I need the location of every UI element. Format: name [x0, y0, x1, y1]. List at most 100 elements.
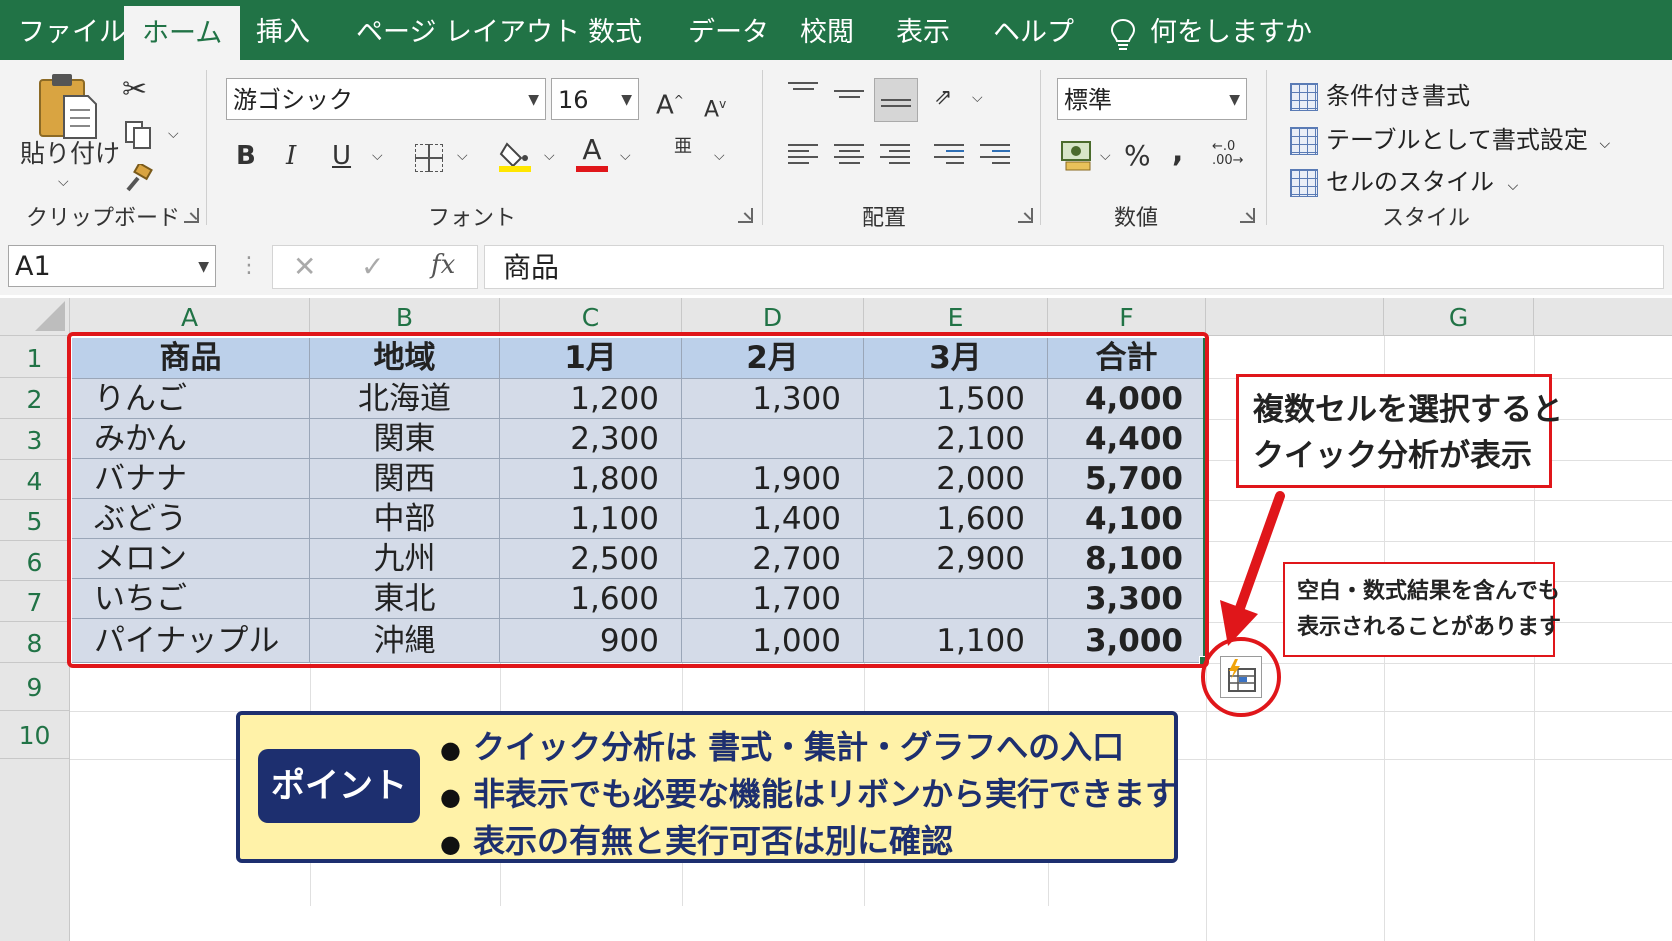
insert-function-icon[interactable]: fx — [431, 250, 455, 280]
enter-icon[interactable]: ✓ — [361, 250, 384, 283]
row-header-4[interactable]: 4 — [0, 460, 70, 500]
borders-dropdown-icon[interactable]: ⌵ — [457, 148, 468, 164]
tab-insert[interactable]: 挿入 — [256, 0, 310, 60]
accounting-format-icon[interactable] — [1060, 140, 1096, 172]
row-header-8[interactable]: 8 — [0, 622, 70, 663]
decimal-places-icon[interactable]: ←.0.00→ — [1212, 140, 1244, 168]
format-painter-icon[interactable] — [124, 164, 154, 194]
alignment-launcher-icon[interactable] — [1018, 208, 1033, 223]
tab-data[interactable]: データ — [688, 0, 769, 60]
accounting-dropdown-icon[interactable]: ⌵ — [1100, 148, 1111, 164]
align-bottom-button[interactable] — [874, 78, 918, 122]
format-as-table-icon — [1290, 127, 1318, 155]
bold-icon[interactable]: B — [236, 138, 256, 174]
clipboard-group-label: クリップボード — [26, 206, 181, 231]
phonetic-dropdown-icon[interactable]: ⌵ — [714, 148, 725, 164]
comma-style-icon[interactable]: , — [1172, 134, 1183, 170]
tab-formulas[interactable]: 数式 — [588, 0, 642, 60]
number-format-select[interactable]: 標準 ▼ — [1057, 78, 1247, 120]
column-header-e[interactable]: E — [864, 298, 1048, 336]
align-left-icon[interactable] — [788, 140, 818, 164]
formula-input[interactable]: 商品 — [484, 245, 1664, 289]
row-header-6[interactable]: 6 — [0, 541, 70, 581]
paste-dropdown-icon[interactable]: ⌵ — [58, 174, 69, 190]
cancel-icon[interactable]: ✕ — [293, 250, 316, 283]
align-right-icon[interactable] — [880, 140, 910, 164]
column-header-d[interactable]: D — [682, 298, 864, 336]
number-group-label: 数値 — [1114, 206, 1159, 231]
cut-icon[interactable]: ✂ — [122, 72, 147, 108]
paste-icon[interactable] — [36, 70, 100, 142]
cell-styles-icon — [1290, 169, 1318, 197]
quick-analysis-button[interactable] — [1220, 656, 1262, 698]
clipboard-launcher-icon[interactable] — [184, 208, 199, 223]
column-header-a[interactable]: A — [70, 298, 310, 336]
column-header-blank[interactable] — [1206, 298, 1384, 336]
font-color-icon[interactable]: A — [576, 136, 608, 172]
orientation-dropdown-icon[interactable]: ⌵ — [972, 90, 983, 106]
chevron-down-icon: ⌵ — [1507, 178, 1519, 194]
styles-group-label: スタイル — [1382, 206, 1471, 231]
tab-file[interactable]: ファイル — [18, 0, 126, 60]
number-launcher-icon[interactable] — [1240, 208, 1255, 223]
ribbon-tab-bar: ファイル ホーム 挿入 ページ レイアウト 数式 データ 校閲 表示 ヘルプ 何… — [0, 0, 1672, 60]
align-middle-icon[interactable] — [834, 86, 864, 110]
increase-indent-icon[interactable] — [980, 140, 1010, 164]
row-header-9[interactable]: 9 — [0, 663, 70, 711]
paste-button[interactable]: 貼り付け — [20, 136, 120, 172]
row-header-5[interactable]: 5 — [0, 500, 70, 541]
row-header-1[interactable]: 1 — [0, 336, 70, 378]
point-bullet-text: 非表示でも必要な機能はリボンから実行できます — [472, 775, 1177, 813]
fill-color-dropdown-icon[interactable]: ⌵ — [544, 148, 555, 164]
tab-page-layout[interactable]: ページ レイアウト — [356, 0, 580, 60]
decrease-indent-icon[interactable] — [934, 140, 964, 164]
tab-review[interactable]: 校閲 — [800, 0, 854, 60]
column-header-next[interactable] — [1534, 298, 1672, 336]
row-header-10[interactable]: 10 — [0, 711, 70, 759]
select-all-corner[interactable] — [0, 298, 70, 336]
row-header-7[interactable]: 7 — [0, 581, 70, 622]
row-header-3[interactable]: 3 — [0, 419, 70, 460]
decrease-font-size-icon[interactable]: Av — [704, 86, 726, 128]
tab-help[interactable]: ヘルプ — [993, 0, 1074, 60]
tell-me-box[interactable]: 何をしますか — [1110, 0, 1312, 60]
phonetic-icon[interactable]: 亜 — [674, 138, 692, 156]
borders-icon[interactable] — [415, 144, 443, 172]
underline-dropdown-icon[interactable]: ⌵ — [372, 148, 383, 164]
name-box[interactable]: A1 ▼ — [8, 245, 216, 287]
column-header-g[interactable]: G — [1384, 298, 1534, 336]
underline-icon[interactable]: U — [332, 138, 351, 174]
font-launcher-icon[interactable] — [738, 208, 753, 223]
align-top-icon[interactable] — [788, 78, 818, 102]
more-options-icon[interactable]: ⋮ — [238, 252, 260, 280]
column-header-b[interactable]: B — [310, 298, 500, 336]
tab-view[interactable]: 表示 — [896, 0, 950, 60]
column-header-f[interactable]: F — [1048, 298, 1206, 336]
orientation-icon[interactable]: ⇗ — [934, 80, 952, 116]
quick-analysis-icon — [1228, 659, 1256, 692]
conditional-formatting-button[interactable]: 条件付き書式 — [1290, 76, 1470, 111]
formula-content: 商品 — [503, 251, 560, 284]
font-color-dropdown-icon[interactable]: ⌵ — [620, 148, 631, 164]
conditional-formatting-label: 条件付き書式 — [1326, 82, 1470, 110]
format-as-table-button[interactable]: テーブルとして書式設定 ⌵ — [1290, 120, 1610, 155]
worksheet-grid[interactable]: A B C D E F G 1 2 3 4 5 6 7 8 9 10 商品 地域… — [0, 298, 1672, 941]
copy-dropdown-icon[interactable]: ⌵ — [168, 126, 179, 142]
ribbon-separator — [1266, 70, 1267, 225]
copy-icon[interactable] — [124, 120, 154, 150]
column-header-c[interactable]: C — [500, 298, 682, 336]
align-center-icon[interactable] — [834, 140, 864, 164]
percent-style-icon[interactable]: % — [1124, 138, 1151, 174]
point-bullet-text: クイック分析は 書式・集計・グラフへの入口 — [472, 728, 1125, 766]
formula-buttons: ✕ ✓ fx — [272, 245, 478, 289]
cell-styles-button[interactable]: セルのスタイル ⌵ — [1290, 162, 1518, 197]
tab-home[interactable]: ホーム — [124, 6, 241, 60]
increase-font-size-icon[interactable]: A^ — [656, 82, 684, 124]
callout-note-line: 空白・数式結果を含んでも — [1297, 579, 1560, 604]
fill-color-icon[interactable] — [499, 138, 531, 172]
font-size-select[interactable]: 16 ▼ — [551, 78, 639, 120]
italic-icon[interactable]: I — [286, 138, 296, 174]
row-header-2[interactable]: 2 — [0, 378, 70, 419]
name-box-value: A1 — [15, 251, 51, 282]
font-name-select[interactable]: 游ゴシック ▼ — [226, 78, 546, 120]
